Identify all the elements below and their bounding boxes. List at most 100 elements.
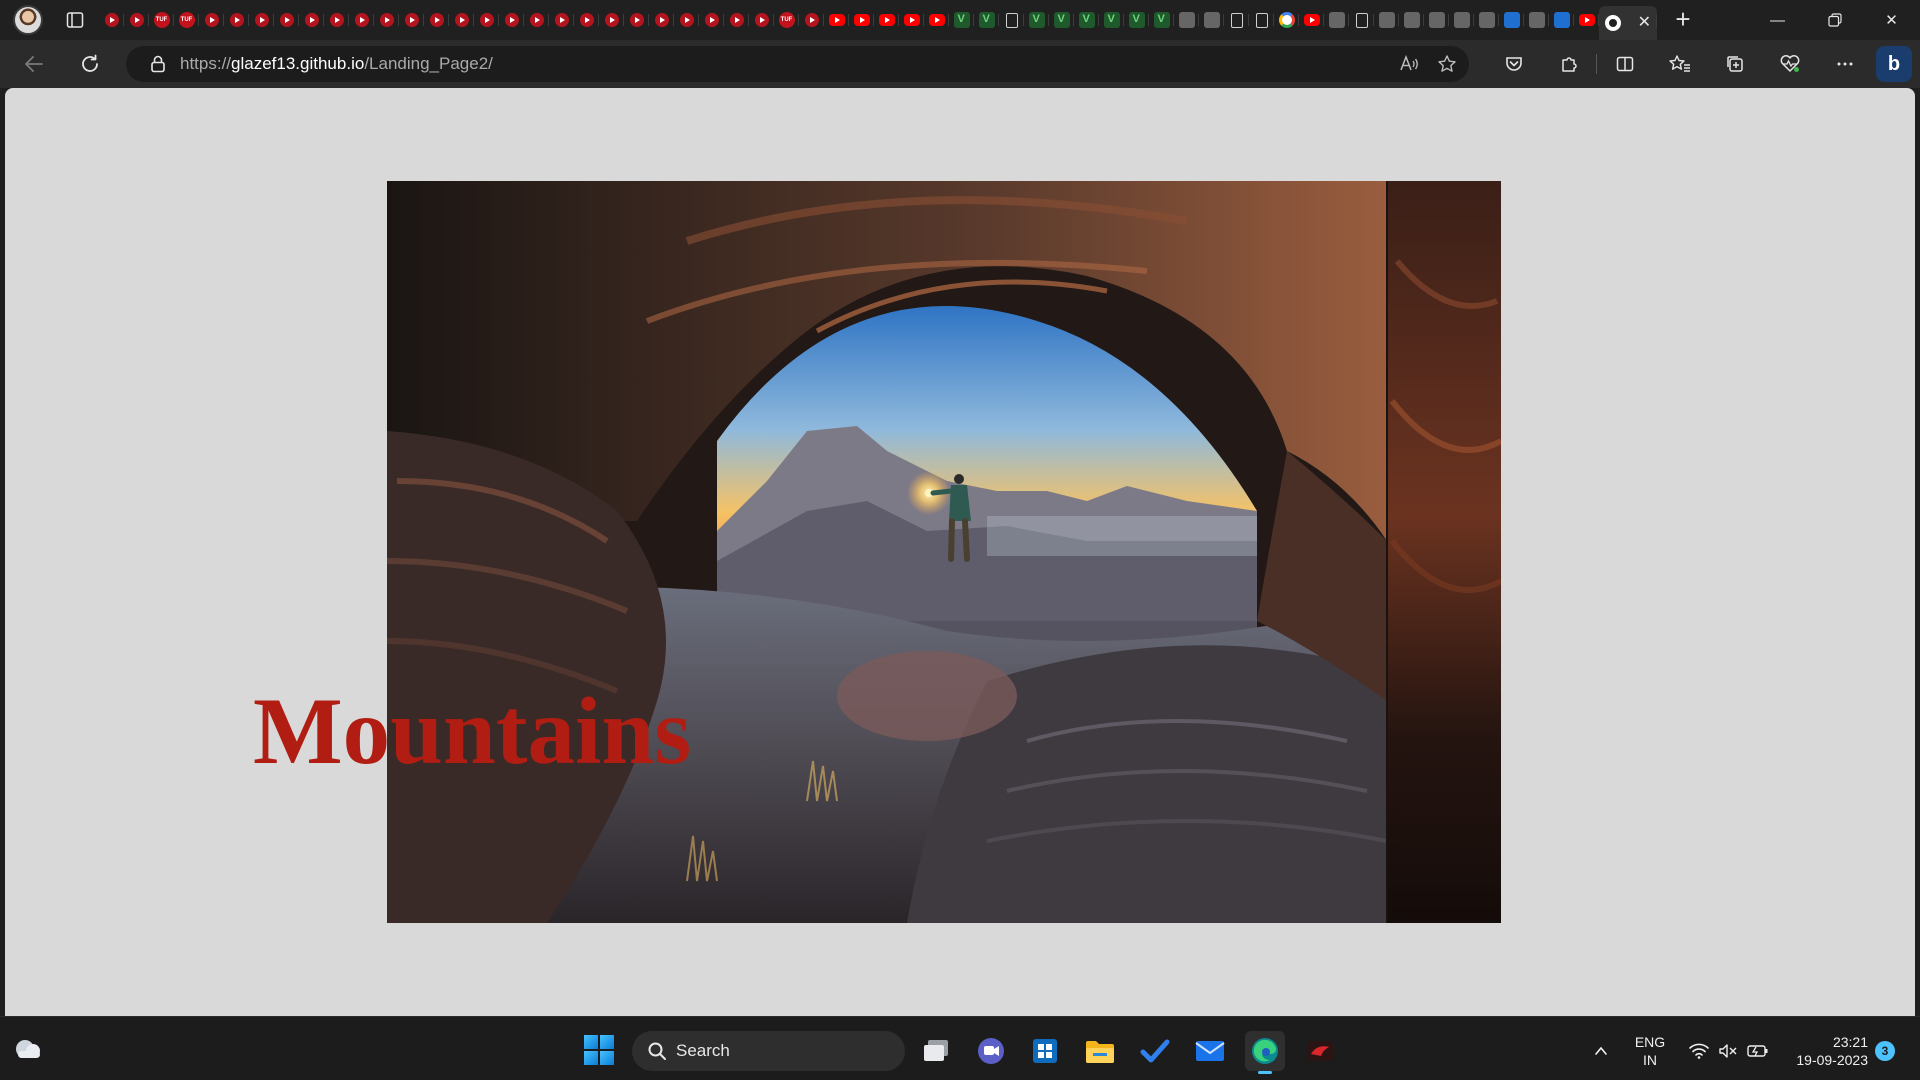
browser-tab[interactable] bbox=[1449, 5, 1474, 35]
browser-tab[interactable] bbox=[424, 5, 449, 35]
favorites-icon[interactable] bbox=[1652, 46, 1707, 82]
browser-tab[interactable] bbox=[524, 5, 549, 35]
browser-tab[interactable] bbox=[1374, 5, 1399, 35]
language-indicator[interactable]: ENG IN bbox=[1632, 1033, 1668, 1069]
browser-tab[interactable] bbox=[799, 5, 824, 35]
address-bar[interactable]: https://glazef13.github.io/Landing_Page2… bbox=[126, 46, 1469, 82]
browser-tab[interactable] bbox=[399, 5, 424, 35]
extensions-icon[interactable] bbox=[1541, 46, 1596, 82]
browser-tab[interactable] bbox=[1474, 5, 1499, 35]
browser-tab[interactable] bbox=[249, 5, 274, 35]
browser-tab[interactable]: TUF bbox=[149, 5, 174, 35]
collections-icon[interactable] bbox=[1707, 46, 1762, 82]
browser-tab-active[interactable]: ✕ bbox=[1599, 6, 1657, 40]
browser-tab[interactable] bbox=[974, 5, 999, 35]
browser-tab[interactable] bbox=[274, 5, 299, 35]
profile-avatar[interactable] bbox=[13, 5, 43, 35]
browser-tab[interactable] bbox=[699, 5, 724, 35]
browser-tab[interactable] bbox=[1399, 5, 1424, 35]
browser-tab[interactable] bbox=[1174, 5, 1199, 35]
browser-tab[interactable] bbox=[849, 5, 874, 35]
red-app-icon[interactable] bbox=[1300, 1031, 1340, 1071]
back-icon[interactable] bbox=[16, 46, 52, 82]
browser-tab[interactable] bbox=[899, 5, 924, 35]
browser-tab[interactable] bbox=[549, 5, 574, 35]
pocket-icon[interactable] bbox=[1486, 46, 1541, 82]
wifi-icon[interactable] bbox=[1684, 1031, 1714, 1071]
taskbar-search[interactable]: Search bbox=[632, 1031, 905, 1071]
todo-icon[interactable] bbox=[1135, 1031, 1175, 1071]
browser-tab[interactable] bbox=[1324, 5, 1349, 35]
refresh-icon[interactable] bbox=[72, 46, 108, 82]
browser-tab[interactable] bbox=[1499, 5, 1524, 35]
browser-tab[interactable] bbox=[1199, 5, 1224, 35]
browser-tab[interactable] bbox=[1574, 5, 1599, 35]
browser-tab[interactable] bbox=[1549, 5, 1574, 35]
browser-tab[interactable] bbox=[474, 5, 499, 35]
close-window-icon[interactable]: ✕ bbox=[1863, 0, 1920, 40]
browser-tab[interactable] bbox=[1299, 5, 1324, 35]
browser-tab[interactable] bbox=[1049, 5, 1074, 35]
browser-tab[interactable] bbox=[1249, 5, 1274, 35]
browser-tab[interactable] bbox=[1124, 5, 1149, 35]
tab-actions-icon[interactable] bbox=[63, 8, 87, 32]
microsoft-store-icon[interactable] bbox=[1025, 1031, 1065, 1071]
browser-tab[interactable] bbox=[649, 5, 674, 35]
mail-icon[interactable] bbox=[1190, 1031, 1230, 1071]
browser-tab[interactable] bbox=[1524, 5, 1549, 35]
start-button[interactable] bbox=[584, 1035, 614, 1065]
browser-tab[interactable] bbox=[1074, 5, 1099, 35]
browser-tab[interactable] bbox=[449, 5, 474, 35]
teams-chat-icon[interactable] bbox=[971, 1031, 1011, 1071]
lock-icon[interactable] bbox=[146, 52, 170, 76]
browser-tab[interactable] bbox=[1024, 5, 1049, 35]
browser-tab[interactable] bbox=[574, 5, 599, 35]
battery-icon[interactable] bbox=[1743, 1031, 1773, 1071]
new-tab-button[interactable]: + bbox=[1671, 6, 1695, 32]
browser-tab[interactable] bbox=[1149, 5, 1174, 35]
url-text[interactable]: https://glazef13.github.io/Landing_Page2… bbox=[180, 54, 493, 74]
browser-tab[interactable] bbox=[1274, 5, 1299, 35]
browser-tab[interactable] bbox=[1099, 5, 1124, 35]
browser-tab[interactable] bbox=[1224, 5, 1249, 35]
browser-tab[interactable] bbox=[1349, 5, 1374, 35]
bing-copilot-icon[interactable]: b bbox=[1876, 46, 1912, 82]
browser-tab[interactable] bbox=[599, 5, 624, 35]
browser-tab[interactable] bbox=[749, 5, 774, 35]
close-tab-icon[interactable]: ✕ bbox=[1638, 15, 1651, 31]
browser-tab[interactable] bbox=[374, 5, 399, 35]
browser-tab[interactable] bbox=[924, 5, 949, 35]
browser-tab[interactable] bbox=[99, 5, 124, 35]
favorite-star-icon[interactable] bbox=[1435, 52, 1459, 76]
notification-badge[interactable]: 3 bbox=[1875, 1041, 1895, 1061]
browser-tab[interactable] bbox=[724, 5, 749, 35]
browser-tab[interactable] bbox=[224, 5, 249, 35]
file-explorer-icon[interactable] bbox=[1080, 1031, 1120, 1071]
browser-essentials-icon[interactable] bbox=[1762, 46, 1817, 82]
browser-tab[interactable]: TUF bbox=[174, 5, 199, 35]
browser-tab[interactable] bbox=[874, 5, 899, 35]
browser-tab[interactable] bbox=[299, 5, 324, 35]
edge-browser-icon[interactable] bbox=[1245, 1031, 1285, 1074]
browser-tab[interactable] bbox=[199, 5, 224, 35]
browser-tab[interactable]: TUF bbox=[774, 5, 799, 35]
restore-icon[interactable] bbox=[1806, 0, 1863, 40]
browser-tab[interactable] bbox=[999, 5, 1024, 35]
split-screen-icon[interactable] bbox=[1597, 46, 1652, 82]
browser-tab[interactable] bbox=[674, 5, 699, 35]
task-view-icon[interactable] bbox=[916, 1031, 956, 1071]
more-options-icon[interactable] bbox=[1817, 46, 1872, 82]
read-aloud-icon[interactable] bbox=[1397, 52, 1421, 76]
speaker-muted-icon[interactable] bbox=[1713, 1031, 1743, 1071]
minimize-icon[interactable]: — bbox=[1749, 0, 1806, 40]
browser-tab[interactable] bbox=[624, 5, 649, 35]
browser-tab[interactable] bbox=[124, 5, 149, 35]
browser-tab[interactable] bbox=[324, 5, 349, 35]
browser-tab[interactable] bbox=[349, 5, 374, 35]
weather-icon[interactable] bbox=[12, 1035, 44, 1063]
browser-tab[interactable] bbox=[824, 5, 849, 35]
browser-tab[interactable] bbox=[499, 5, 524, 35]
browser-tab[interactable] bbox=[1424, 5, 1449, 35]
browser-tab[interactable] bbox=[949, 5, 974, 35]
system-clock[interactable]: 23:21 19-09-2023 bbox=[1778, 1033, 1868, 1069]
